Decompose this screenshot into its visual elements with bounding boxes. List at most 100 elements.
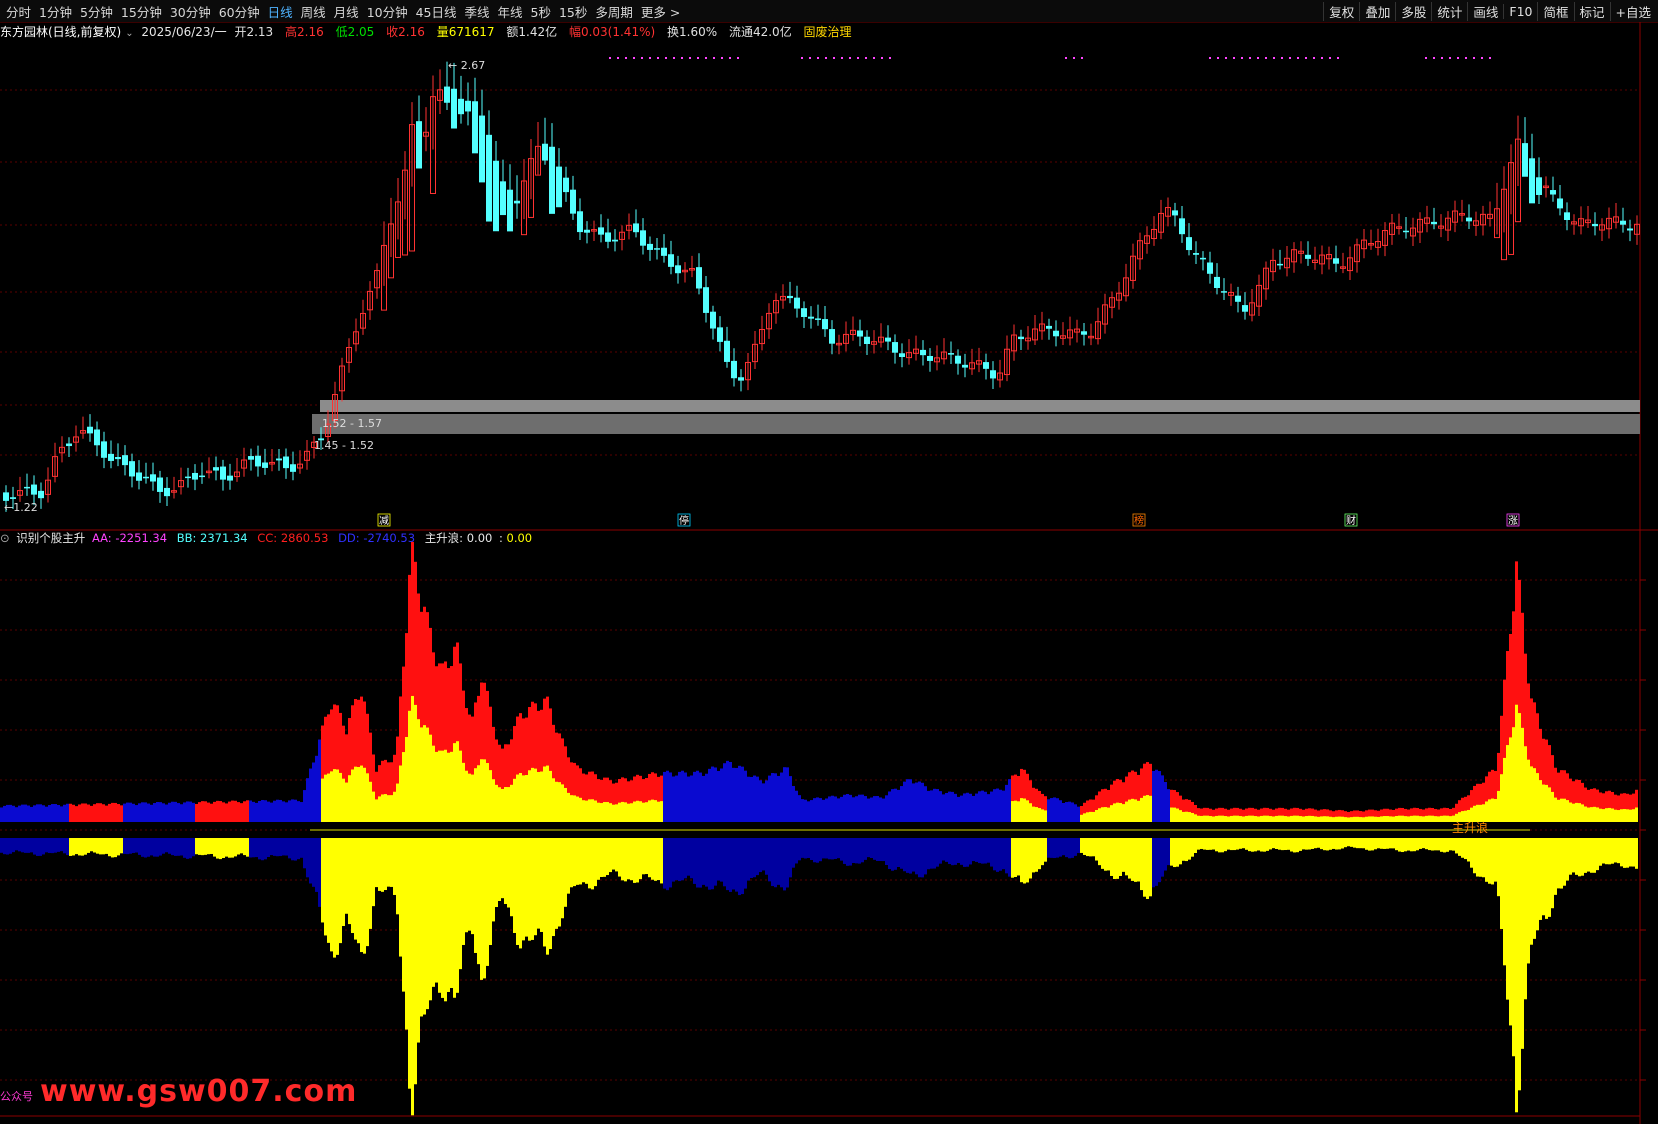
area-upper-inner — [1410, 815, 1413, 822]
candle-body — [136, 472, 142, 481]
area-upper-inner — [462, 762, 465, 822]
area-lower — [189, 838, 192, 859]
candle-body — [899, 353, 905, 357]
area-upper — [315, 755, 318, 822]
area-upper — [18, 805, 21, 822]
area-lower — [183, 838, 186, 858]
area-upper — [1053, 797, 1056, 822]
area-upper — [774, 773, 777, 822]
area-lower — [1473, 838, 1476, 874]
area-lower — [1179, 838, 1182, 865]
area-upper — [828, 796, 831, 822]
area-lower — [648, 838, 651, 878]
area-lower — [480, 838, 483, 980]
area-lower — [258, 838, 261, 860]
area-upper-inner — [528, 770, 531, 822]
area-lower — [468, 838, 471, 931]
area-upper — [927, 790, 930, 822]
area-lower — [1215, 838, 1218, 852]
area-upper — [906, 779, 909, 822]
kline-chart[interactable]: 减 停 榜 财 涨 主升浪 1.52 - 1.57 1.45 - 1.52 ← 2.67 ←1… — [0, 0, 1658, 1124]
area-upper — [699, 772, 702, 822]
area-lower — [1566, 838, 1569, 881]
area-lower — [1551, 838, 1554, 909]
area-upper — [921, 782, 924, 822]
candle-body — [738, 377, 744, 381]
area-upper — [237, 802, 240, 822]
signal-dot — [1473, 57, 1475, 59]
area-upper — [939, 791, 942, 822]
area-upper — [204, 801, 207, 822]
area-upper-inner — [354, 766, 357, 822]
area-lower — [753, 838, 756, 878]
area-upper — [1158, 771, 1161, 822]
candle-body — [570, 189, 576, 214]
area-upper-inner — [405, 736, 408, 822]
area-upper — [168, 802, 171, 822]
area-lower — [1485, 838, 1488, 882]
area-lower — [708, 838, 711, 890]
area-upper-inner — [1332, 817, 1335, 822]
area-lower — [693, 838, 696, 884]
area-upper — [735, 767, 738, 822]
area-lower — [336, 838, 339, 955]
area-upper-inner — [591, 799, 594, 822]
area-lower — [621, 838, 624, 881]
area-upper-inner — [1116, 802, 1119, 822]
area-upper-inner — [519, 773, 522, 822]
area-upper-inner — [1617, 810, 1620, 822]
area-lower — [1113, 838, 1116, 879]
area-lower — [1419, 838, 1422, 849]
area-upper — [54, 804, 57, 822]
area-lower — [1395, 838, 1398, 851]
signal-dot — [857, 57, 859, 59]
area-lower — [150, 838, 153, 856]
area-lower — [1524, 838, 1527, 1000]
area-upper-inner — [336, 769, 339, 822]
area-upper — [759, 780, 762, 822]
area-upper — [765, 780, 768, 822]
area-lower — [228, 838, 231, 858]
candle-body — [927, 355, 933, 361]
area-lower — [1467, 838, 1470, 862]
area-upper-inner — [516, 774, 519, 822]
area-upper — [27, 805, 30, 822]
area-lower — [822, 838, 825, 859]
area-upper-inner — [381, 794, 384, 822]
area-lower — [1587, 838, 1590, 872]
area-upper-inner — [1173, 807, 1176, 822]
area-upper-inner — [1146, 795, 1149, 822]
area-lower — [72, 838, 75, 856]
area-lower — [138, 838, 141, 855]
area-upper-inner — [1362, 817, 1365, 822]
area-upper — [258, 800, 261, 822]
area-lower — [1356, 838, 1359, 849]
event-marker: 榜 — [1134, 514, 1144, 527]
area-upper — [792, 785, 795, 822]
area-upper — [957, 796, 960, 822]
candle-body — [514, 200, 520, 204]
area-upper-inner — [1230, 815, 1233, 822]
area-lower — [1398, 838, 1401, 852]
area-upper — [111, 802, 114, 822]
area-lower — [63, 838, 66, 854]
area-upper — [87, 804, 90, 822]
area-upper-inner — [1359, 817, 1362, 822]
area-upper — [291, 799, 294, 822]
area-upper-inner — [540, 771, 543, 822]
area-upper-inner — [1317, 816, 1320, 822]
area-upper-inner — [366, 773, 369, 822]
area-upper-inner — [504, 787, 507, 822]
area-upper-inner — [558, 782, 561, 822]
area-upper-inner — [555, 781, 558, 822]
area-lower — [327, 838, 330, 943]
area-lower — [1422, 838, 1425, 849]
area-lower — [153, 838, 156, 857]
area-upper-inner — [1431, 815, 1434, 822]
area-upper-inner — [1281, 815, 1284, 822]
area-lower — [1224, 838, 1227, 852]
candle-body — [276, 458, 282, 461]
area-upper-inner — [588, 799, 591, 822]
area-lower — [1464, 838, 1467, 860]
candle-body — [157, 477, 163, 492]
